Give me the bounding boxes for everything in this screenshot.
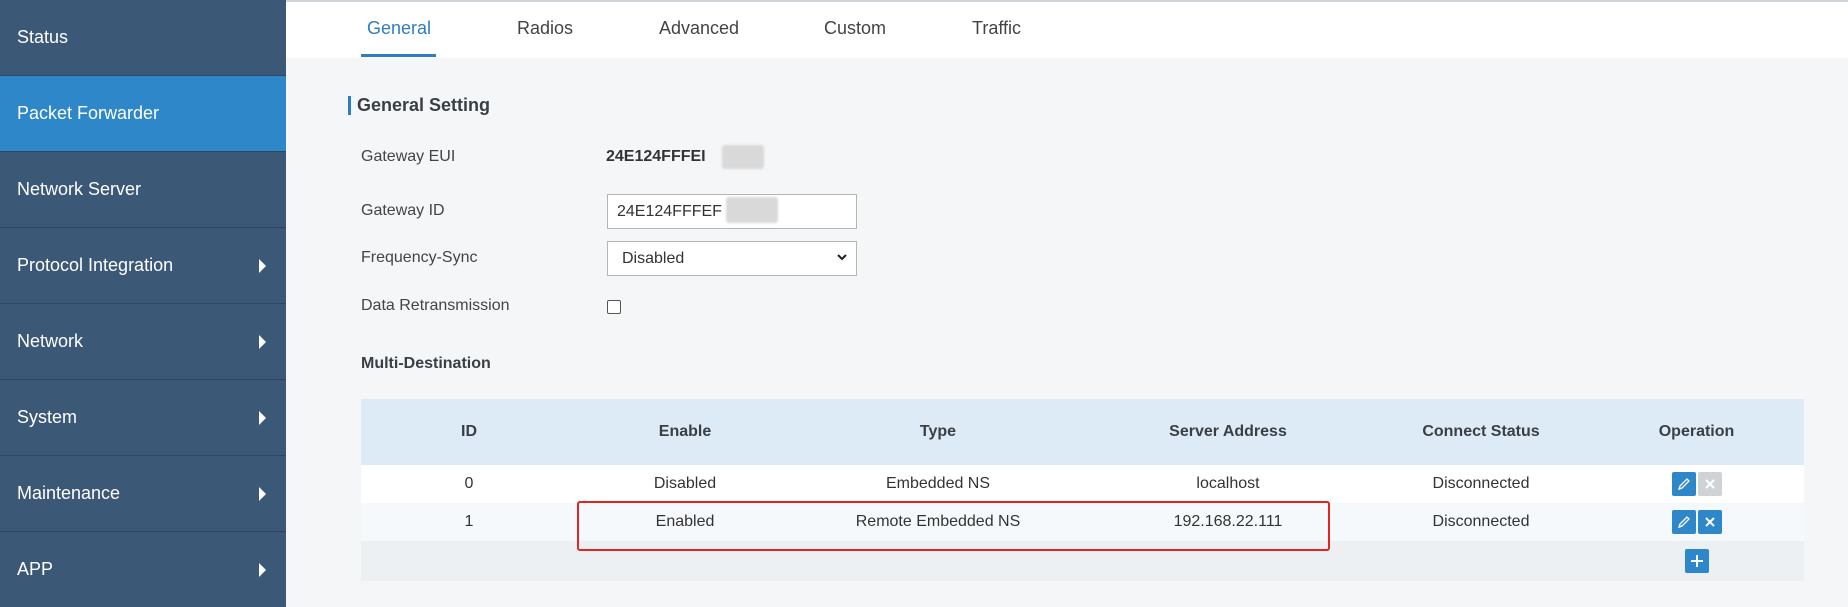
add-destination-button[interactable] [1684,549,1709,573]
cell-server-address: localhost [1196,475,1260,492]
table-header: ID Enable Type Server Address Connect St… [361,399,1804,465]
caret-right-icon [259,410,266,425]
table-add-row [361,541,1804,581]
plus-icon [1690,555,1703,567]
frequency-sync-select[interactable]: Disabled [607,241,857,276]
gateway-eui-value: 24E124FFFEI [606,148,706,165]
table-row: 0 Disabled Embedded NS localhost Disconn… [361,465,1804,503]
column-header-type: Type [919,423,957,440]
delete-button[interactable] [1697,510,1722,534]
cell-operation [1589,503,1804,541]
frequency-sync-value: Disabled [622,249,685,267]
sidebar-item-system[interactable]: System [0,380,286,456]
sidebar-item-status[interactable]: Status [0,0,286,76]
column-header-operation: Operation [1658,423,1735,440]
cell-type: Remote Embedded NS [855,513,1021,530]
column-header-server-address: Server Address [1169,423,1287,440]
edit-button[interactable] [1671,510,1696,534]
sidebar-item-label: Protocol Integration [17,255,174,275]
sidebar: Status Packet Forwarder Network Server P… [0,0,286,607]
caret-right-icon [259,486,266,501]
sidebar-item-label: Packet Forwarder [17,103,160,123]
tab-general[interactable]: General [367,18,431,39]
multi-destination-title: Multi-Destination [361,355,491,372]
tab-traffic[interactable]: Traffic [972,18,1021,39]
tab-bar: General Radios Advanced Custom Traffic [286,2,1848,58]
sidebar-item-app[interactable]: APP [0,532,286,607]
cell-server-address: 192.168.22.111 [1173,513,1283,530]
cell-connect-status: Disconnected [1432,475,1530,492]
caret-right-icon [259,334,266,349]
sidebar-item-label: APP [17,559,54,579]
data-retransmission-label: Data Retransmission [361,297,510,314]
sidebar-item-label: System [17,407,78,427]
cell-operation [1589,465,1804,503]
redaction-blur [726,197,778,223]
sidebar-item-network[interactable]: Network [0,304,286,380]
sidebar-item-packet-forwarder[interactable]: Packet Forwarder [0,76,286,152]
frequency-sync-label: Frequency-Sync [361,249,478,266]
section-title: General Setting [357,95,491,115]
cell-connect-status: Disconnected [1432,513,1530,530]
section-accent-bar [348,96,351,115]
pencil-icon [1677,516,1690,529]
caret-right-icon [259,562,266,577]
cell-operation [1589,541,1804,581]
sidebar-item-label: Status [17,27,69,47]
close-icon [1704,517,1715,527]
delete-button-disabled[interactable] [1697,472,1722,496]
cell-enable: Enabled [655,513,715,530]
tab-advanced[interactable]: Advanced [659,18,739,39]
sidebar-item-protocol-integration[interactable]: Protocol Integration [0,228,286,304]
active-tab-indicator [361,54,436,57]
tab-radios[interactable]: Radios [517,18,573,39]
cell-type: Embedded NS [885,475,991,492]
sidebar-item-network-server[interactable]: Network Server [0,152,286,228]
close-icon [1704,479,1715,489]
edit-button[interactable] [1671,472,1696,496]
multi-destination-table: ID Enable Type Server Address Connect St… [361,399,1804,581]
gateway-eui-label: Gateway EUI [361,148,456,165]
table-row: 1 Enabled Remote Embedded NS 192.168.22.… [361,503,1804,541]
cell-enable: Disabled [653,475,717,492]
gateway-id-label: Gateway ID [361,202,445,219]
pencil-icon [1677,478,1690,491]
caret-right-icon [259,258,266,273]
column-header-connect-status: Connect Status [1422,423,1540,440]
cell-id: 0 [464,475,474,492]
column-header-id: ID [461,423,477,440]
redaction-blur [722,145,764,169]
sidebar-item-label: Network [17,331,84,351]
data-retransmission-checkbox[interactable] [607,300,621,314]
tab-custom[interactable]: Custom [824,18,886,39]
chevron-down-icon [837,254,847,261]
column-header-enable: Enable [658,423,712,440]
cell-id: 1 [464,513,474,530]
sidebar-item-maintenance[interactable]: Maintenance [0,456,286,532]
sidebar-item-label: Maintenance [17,483,121,503]
sidebar-item-label: Network Server [17,179,142,199]
